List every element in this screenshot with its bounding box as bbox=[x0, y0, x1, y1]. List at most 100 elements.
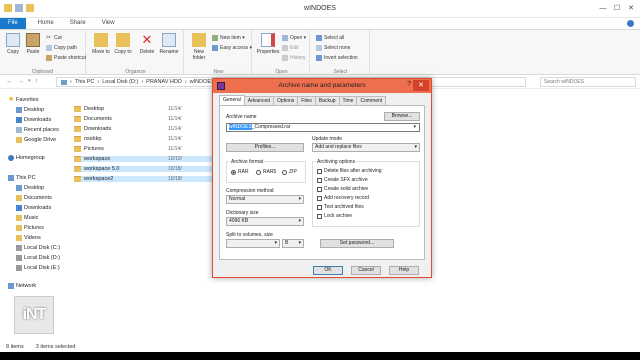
status-bar: 8 items 3 items selected bbox=[0, 342, 640, 352]
cut-button[interactable]: ✂ Cut bbox=[46, 35, 62, 41]
downloads-icon bbox=[16, 117, 22, 123]
archive-name-input[interactable]: wINDOES_Compressed.rar ▾ bbox=[226, 123, 420, 132]
rename-icon bbox=[162, 33, 176, 47]
delete-after-archiving-checkbox[interactable]: Delete files after archiving bbox=[317, 168, 382, 174]
window-controls: — ☐ ✕ bbox=[596, 2, 638, 14]
delete-icon: ✕ bbox=[141, 32, 153, 47]
tab-view[interactable]: View bbox=[94, 18, 123, 29]
format-rar-radio[interactable]: RAR bbox=[231, 169, 249, 175]
split-volumes-select[interactable] bbox=[226, 239, 280, 248]
nav-pc-desktop[interactable]: Desktop bbox=[16, 185, 44, 191]
nav-network[interactable]: Network bbox=[8, 283, 36, 289]
up-arrow-icon[interactable]: ↑ bbox=[35, 78, 39, 85]
set-password-button[interactable]: Set password... bbox=[320, 239, 394, 248]
dictionary-size-label: Dictionary size bbox=[226, 210, 259, 216]
paste-shortcut-button[interactable]: Paste shortcut bbox=[46, 55, 86, 61]
nav-favorites[interactable]: ★ Favorites bbox=[8, 96, 39, 103]
recent-chevron-icon[interactable]: ▾ bbox=[28, 78, 31, 85]
lock-archive-checkbox[interactable]: Lock archive bbox=[317, 213, 352, 219]
nav-pc-downloads[interactable]: Downloads bbox=[16, 205, 51, 211]
help-icon[interactable] bbox=[627, 20, 634, 27]
test-archived-files-checkbox[interactable]: Test archived files bbox=[317, 204, 364, 210]
list-item[interactable]: workspace 5.0 10/18/ bbox=[74, 166, 214, 172]
move-to-button[interactable]: Move to bbox=[90, 33, 112, 55]
forward-arrow-icon[interactable]: → bbox=[17, 78, 24, 85]
easy-access-button[interactable]: Easy access ▾ bbox=[212, 45, 252, 51]
nav-fav-google-drive[interactable]: Google Drive bbox=[16, 137, 56, 143]
breadcrumb-this-pc[interactable]: This PC bbox=[75, 79, 95, 85]
history-button[interactable]: History bbox=[282, 55, 306, 61]
delete-button[interactable]: ✕ Delete bbox=[136, 32, 158, 56]
tab-home[interactable]: Home bbox=[30, 18, 62, 29]
nav-pc-pictures[interactable]: Pictures bbox=[16, 225, 44, 231]
ok-button[interactable]: OK bbox=[313, 266, 343, 275]
invert-selection-button[interactable]: Invert selection bbox=[316, 55, 358, 61]
copy-button[interactable]: Copy bbox=[2, 33, 24, 55]
star-icon: ★ bbox=[8, 96, 15, 103]
select-all-button[interactable]: Select all bbox=[316, 35, 344, 41]
nav-this-pc[interactable]: This PC bbox=[8, 175, 36, 181]
nav-pc-documents[interactable]: Documents bbox=[16, 195, 52, 201]
back-arrow-icon[interactable]: ← bbox=[6, 78, 13, 85]
list-item[interactable]: workspace2 10/18/ bbox=[74, 176, 214, 182]
nav-pc-videos[interactable]: Videos bbox=[16, 235, 41, 241]
copy-icon bbox=[6, 33, 20, 47]
select-none-button[interactable]: Select none bbox=[316, 45, 350, 51]
maximize-icon[interactable]: ☐ bbox=[610, 2, 624, 14]
scissors-icon: ✂ bbox=[46, 35, 52, 41]
search-input[interactable]: Search wINDOES bbox=[540, 77, 636, 87]
dictionary-size-select[interactable]: 4096 KB bbox=[226, 217, 304, 226]
create-sfx-checkbox[interactable]: Create SFX archive bbox=[317, 177, 368, 183]
list-item[interactable]: workspace 10/10/ bbox=[74, 156, 214, 162]
compression-method-select[interactable]: Normal bbox=[226, 195, 304, 204]
tab-file[interactable]: File bbox=[0, 18, 26, 29]
split-unit-select[interactable]: B bbox=[282, 239, 304, 248]
browse-button[interactable]: Browse... bbox=[384, 112, 420, 121]
pictures-icon bbox=[16, 225, 22, 231]
new-item-button[interactable]: New item ▾ bbox=[212, 35, 245, 41]
copy-path-button[interactable]: Copy path bbox=[46, 45, 77, 51]
minimize-icon[interactable]: — bbox=[596, 2, 610, 14]
help-icon[interactable]: ? bbox=[407, 81, 411, 88]
create-solid-checkbox[interactable]: Create solid archive bbox=[317, 186, 368, 192]
drive-icon bbox=[16, 265, 22, 271]
rename-button[interactable]: Rename bbox=[158, 33, 180, 55]
nav-local-disk-d[interactable]: Local Disk (D:) bbox=[16, 255, 60, 261]
update-mode-select[interactable]: Add and replace files bbox=[312, 143, 420, 152]
nav-local-disk-c[interactable]: Local Disk (C:) bbox=[16, 245, 60, 251]
format-zip-radio[interactable]: ZIP bbox=[282, 169, 297, 175]
nav-fav-recent-places[interactable]: Recent places bbox=[16, 127, 59, 133]
nav-pc-music[interactable]: Music bbox=[16, 215, 38, 221]
nav-local-disk-e[interactable]: Local Disk (E:) bbox=[16, 265, 60, 271]
list-item[interactable]: nssbkp 11/14/ bbox=[74, 136, 214, 142]
edit-button[interactable]: Edit bbox=[282, 45, 299, 51]
move-folder-icon bbox=[94, 33, 108, 47]
list-item[interactable]: Desktop 11/14/ bbox=[74, 106, 214, 112]
paste-button[interactable]: Paste bbox=[22, 33, 44, 55]
breadcrumb-pranav-hdd[interactable]: PRANAV HDD bbox=[146, 79, 182, 85]
properties-icon bbox=[261, 33, 275, 47]
breadcrumb-local-disk-d[interactable]: Local Disk (D:) bbox=[102, 79, 138, 85]
properties-button[interactable]: Properties bbox=[256, 33, 280, 55]
nav-homegroup[interactable]: Homegroup bbox=[8, 155, 45, 161]
list-item[interactable]: Documents 11/14/ bbox=[74, 116, 214, 122]
format-rar5-radio[interactable]: RAR5 bbox=[256, 169, 276, 175]
folder-icon bbox=[74, 126, 81, 132]
help-button[interactable]: Help bbox=[389, 266, 419, 275]
tab-general[interactable]: General bbox=[219, 95, 245, 105]
close-icon[interactable]: ✕ bbox=[624, 2, 638, 14]
copy-to-button[interactable]: Copy to bbox=[112, 33, 134, 55]
list-item[interactable]: Downloads 11/14/ bbox=[74, 126, 214, 132]
profiles-button[interactable]: Profiles... bbox=[226, 143, 304, 152]
list-item[interactable]: Pictures 11/14/ bbox=[74, 146, 214, 152]
new-folder-button[interactable]: New folder bbox=[188, 33, 210, 61]
open-button[interactable]: Open ▾ bbox=[282, 35, 306, 41]
add-recovery-record-checkbox[interactable]: Add recovery record bbox=[317, 195, 369, 201]
cancel-button[interactable]: Cancel bbox=[351, 266, 381, 275]
nav-fav-desktop[interactable]: Desktop bbox=[16, 107, 44, 113]
nav-fav-downloads[interactable]: Downloads bbox=[16, 117, 51, 123]
tab-share[interactable]: Share bbox=[62, 18, 94, 29]
close-icon[interactable]: ✕ bbox=[413, 80, 429, 91]
chevron-down-icon[interactable]: ▾ bbox=[413, 124, 416, 131]
breadcrumb-windoes[interactable]: wINDOES bbox=[190, 79, 215, 85]
